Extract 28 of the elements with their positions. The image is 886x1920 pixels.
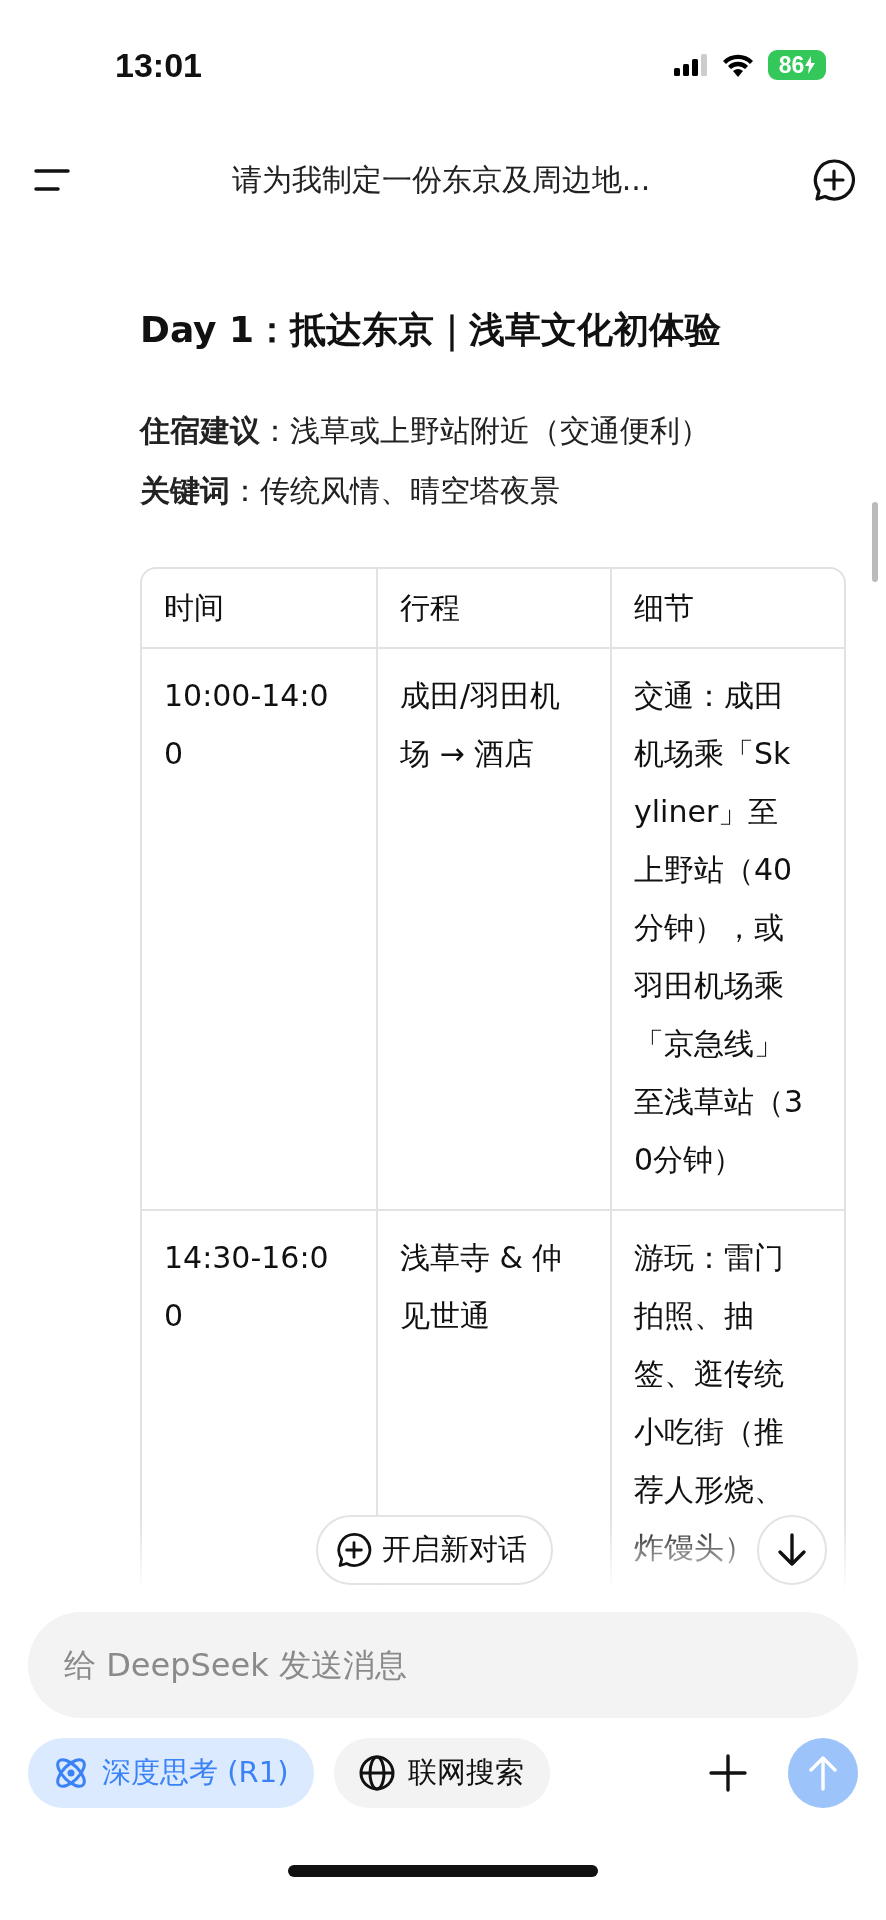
wifi-icon [722, 53, 754, 77]
message-text: 关键词：传统风情、晴空塔夜景 [140, 472, 561, 510]
day-heading: Day 1：抵达东京｜浅草文化初体验 [140, 308, 723, 354]
table-cell: 成田/羽田机场 → 酒店 [400, 678, 561, 771]
new-chat-icon [336, 1532, 372, 1568]
table-cell: 浅草寺 & 仲见世通 [400, 1240, 563, 1333]
add-icon[interactable] [708, 1753, 748, 1793]
new-chat-button[interactable]: 开启新对话 [316, 1515, 553, 1585]
column-header: 细节 [610, 569, 844, 647]
arrow-up-icon [808, 1755, 838, 1791]
column-header: 行程 [376, 569, 610, 647]
battery-indicator: 86 [768, 50, 826, 80]
table-cell: 交通：成田机场乘「Skyliner」至上野站（40分钟），或羽田机场乘「京急线」至浅草站（30分钟） [634, 678, 804, 1177]
web-search-toggle[interactable]: 联网搜索 [334, 1738, 551, 1808]
message-input-field[interactable]: 给 DeepSeek 发送消息 [28, 1612, 858, 1718]
menu-icon[interactable] [34, 168, 70, 192]
signal-icon [674, 54, 708, 76]
message-text: 住宿建议：浅草或上野站附近（交通便利） [140, 412, 711, 450]
chat-title: 请为我制定一份东京及周边地... [231, 160, 651, 199]
table-cell: 游玩：雷门拍照、抽签、逛传统小吃街（推荐人形烧、炸馒头） [634, 1240, 784, 1565]
globe-icon [358, 1754, 397, 1792]
table-cell: 14:30-16:00 [164, 1240, 329, 1333]
table-cell: 10:00-14:00 [164, 678, 329, 771]
status-time: 13:01 [115, 45, 202, 85]
new-chat-icon[interactable] [812, 158, 856, 202]
column-header: 时间 [163, 589, 225, 627]
scrollbar[interactable] [872, 502, 878, 582]
arrow-down-icon [777, 1533, 807, 1567]
